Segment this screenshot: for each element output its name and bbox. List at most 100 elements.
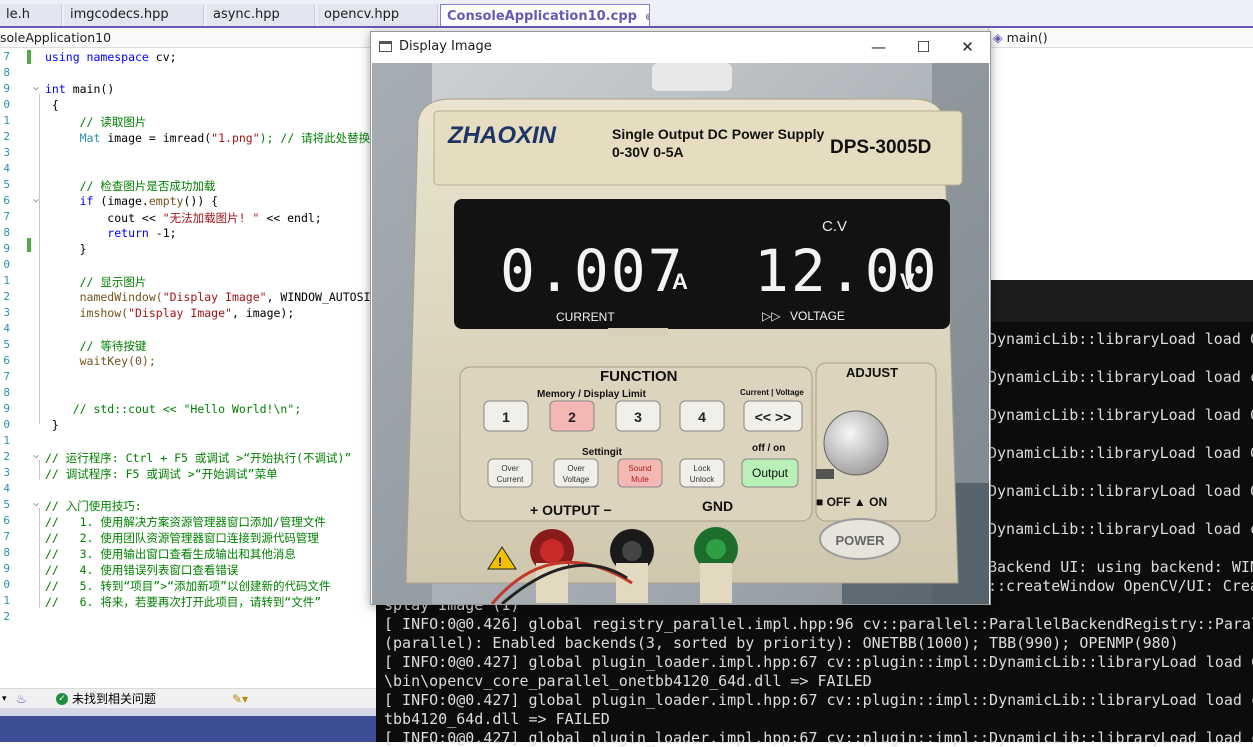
tab-label: async.hpp: [213, 7, 280, 22]
code-editor[interactable]: ⌵ ⌵ ⌵ ⌵ 7 8 9 0 1 2 3 4 5 6 7 8 9 0 1 2 3 4 5 6 7 8 9 0 1 2 3 4 5 6 7 8…: [0, 48, 398, 688]
line-number: 2: [3, 130, 10, 143]
output-label: + OUTPUT −: [530, 502, 612, 518]
maximize-button[interactable]: ☐: [901, 32, 946, 62]
tab-le-h[interactable]: le.h: [0, 4, 62, 26]
line-number: 1: [3, 274, 10, 287]
console-line: [ INFO:0@0.426] global registry_parallel…: [384, 615, 1253, 633]
brand-logo: ZHAOXIN: [447, 122, 557, 149]
line-number: 0: [3, 578, 10, 591]
check-icon: ✓: [56, 693, 68, 705]
code-line: waitKey(0);: [45, 354, 156, 368]
code-line: // 5. 转到“项目”>“添加新项”以创建新的代码文件: [45, 579, 331, 593]
close-window-button[interactable]: ✕: [945, 32, 990, 62]
device-button-label: Output: [752, 466, 789, 480]
code-line: // 等待按键: [45, 339, 147, 353]
tab-label: le.h: [6, 7, 30, 22]
copilot-icon[interactable]: ♨: [16, 689, 27, 709]
code-line: using namespace cv;: [45, 50, 177, 64]
output-panel-header: [0, 708, 380, 742]
code-line: }: [45, 242, 87, 256]
current-caption: CURRENT: [556, 310, 615, 324]
tab-async-hpp[interactable]: async.hpp: [207, 4, 315, 26]
line-number: 3: [3, 466, 10, 479]
line-number: 9: [3, 242, 10, 255]
device-button-label: 2: [568, 409, 576, 425]
console-line: [ INFO:0@0.427] global plugin_loader.imp…: [384, 691, 1253, 709]
code-line: // 4. 使用错误列表窗口查看错误: [45, 563, 239, 577]
cube-icon: ◈: [993, 30, 1003, 45]
line-number: 8: [3, 66, 10, 79]
device-button-label: Over: [567, 464, 585, 473]
console-line: tbb4120_64d.dll => FAILED: [384, 710, 610, 728]
power-button-label: POWER: [835, 533, 885, 548]
project-dropdown[interactable]: soleApplication10: [0, 28, 111, 48]
console-line: Backend UI: using backend: WIN: [988, 558, 1253, 576]
change-marker: [27, 238, 31, 252]
line-number: 4: [3, 322, 10, 335]
code-line: if (image.empty()) {: [45, 194, 219, 208]
voltage-caption: VOLTAGE: [790, 309, 845, 323]
brush-icon[interactable]: ✎▾: [232, 689, 248, 709]
device-button-label: Mute: [631, 475, 649, 484]
tab-label: imgcodecs.hpp: [70, 7, 169, 22]
console-line: DynamicLib::libraryLoad load C: [988, 406, 1253, 424]
visual-studio-ide: le.h imgcodecs.hpp async.hpp opencv.hpp …: [0, 0, 1253, 747]
display-image-window[interactable]: Display Image — ☐ ✕ ! ZHAOXIN Single Out…: [370, 31, 991, 605]
panel-tab-strip: [0, 716, 380, 742]
line-number: 1: [3, 434, 10, 447]
line-number: 3: [3, 146, 10, 159]
power-supply-photo: ! ZHAOXIN Single Output DC Power Supply 0-…: [372, 63, 989, 604]
adjust-label: ADJUST: [846, 365, 898, 380]
device-button-label: Sound: [628, 464, 651, 473]
line-number: 4: [3, 162, 10, 175]
code-line: imshow("Display Image", image);: [45, 306, 295, 320]
line-number: 5: [3, 338, 10, 351]
code-line: // std::cout << "Hello World!\n";: [45, 402, 302, 416]
issues-status[interactable]: 未找到相关问题: [72, 689, 156, 709]
code-line: // 入门使用技巧:: [45, 499, 142, 513]
scope-guide: [39, 460, 40, 480]
code-line: // 3. 使用输出窗口查看生成输出和其他消息: [45, 547, 296, 561]
setting-label: Settingit: [582, 447, 623, 458]
gnd-label: GND: [702, 498, 733, 514]
console-line: DynamicLib::libraryLoad load c: [988, 520, 1253, 538]
tab-imgcodecs-hpp[interactable]: imgcodecs.hpp: [64, 4, 204, 26]
device-description: Single Output DC Power Supply: [612, 126, 825, 142]
fold-icon[interactable]: ⌵: [33, 194, 39, 205]
code-line: // 调试程序: F5 或调试 >“开始调试”菜单: [45, 467, 278, 481]
window-title-bar[interactable]: Display Image — ☐ ✕: [371, 32, 990, 62]
function-label: FUNCTION: [600, 368, 678, 385]
console-line: DynamicLib::libraryLoad load C: [988, 482, 1253, 500]
tab-opencv-hpp[interactable]: opencv.hpp: [318, 4, 438, 26]
line-number: 2: [3, 610, 10, 623]
line-number: 0: [3, 418, 10, 431]
minimize-button[interactable]: —: [856, 32, 901, 62]
line-number: 7: [3, 530, 10, 543]
window-title: Display Image: [399, 39, 492, 54]
console-line: \bin\opencv_core_parallel_onetbb4120_64d…: [384, 672, 872, 690]
line-number: 9: [3, 402, 10, 415]
scope-guide: [39, 508, 40, 608]
member-dropdown[interactable]: ◈ main(): [988, 28, 1253, 48]
fold-icon[interactable]: ⌵: [33, 498, 39, 509]
line-number: 2: [3, 290, 10, 303]
line-number: 3: [3, 306, 10, 319]
device-button-label: Current: [497, 475, 524, 484]
fold-icon[interactable]: ⌵: [33, 82, 39, 93]
zoom-dropdown-icon[interactable]: ▾: [2, 689, 7, 709]
tab-consoleapplication10-cpp[interactable]: ConsoleApplication10.cpp⊕✕: [440, 4, 650, 26]
line-number: 6: [3, 194, 10, 207]
line-number: 8: [3, 226, 10, 239]
photo-illustration: ! ZHAOXIN Single Output DC Power Supply 0-…: [372, 63, 989, 604]
line-number: 6: [3, 354, 10, 367]
line-number: 0: [3, 258, 10, 271]
line-number: 7: [3, 370, 10, 383]
pin-icon[interactable]: ⊕: [645, 12, 649, 23]
code-line: }: [45, 418, 59, 432]
editor-tab-bar: le.h imgcodecs.hpp async.hpp opencv.hpp …: [0, 0, 1253, 28]
device-button-label: Lock: [694, 464, 712, 473]
fold-icon[interactable]: ⌵: [33, 450, 39, 461]
console-line: [ INFO:0@0.427] global plugin_loader.imp…: [384, 729, 1253, 747]
device-button-label: 3: [634, 409, 642, 425]
model-number: DPS-3005D: [830, 137, 931, 158]
